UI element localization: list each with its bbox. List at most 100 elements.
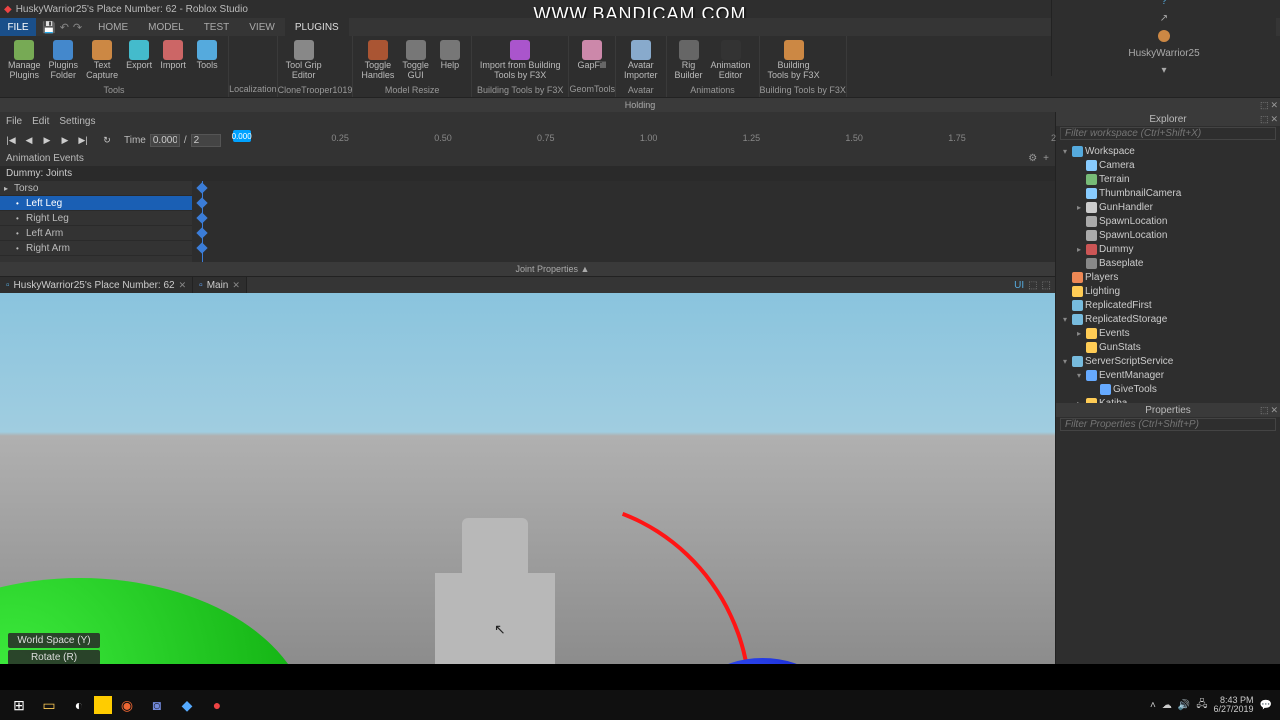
keyframe[interactable] xyxy=(196,242,207,253)
viewport-3d[interactable]: ↖ World Space (Y) Rotate (R) Step: 10 (T… xyxy=(0,293,1055,690)
anim-prev-frame-button[interactable]: ◀ xyxy=(22,133,36,147)
ribbon-import[interactable]: Import xyxy=(156,38,190,73)
ribbon-toggle-handles[interactable]: ToggleHandles xyxy=(357,38,398,83)
user-dropdown-icon[interactable]: ▾ xyxy=(1161,65,1166,76)
explorer-node-replicatedfirst[interactable]: ReplicatedFirst xyxy=(1056,298,1280,312)
ui-toggle-button[interactable]: UI xyxy=(1014,280,1024,291)
anim-track-left-arm[interactable]: •Left Arm xyxy=(0,226,192,241)
anim-next-frame-button[interactable]: ▶ xyxy=(58,133,72,147)
menu-tab-plugins[interactable]: PLUGINS xyxy=(285,18,349,36)
anim-time-current[interactable] xyxy=(150,134,180,147)
ribbon-gapfill[interactable]: GapFill xyxy=(573,38,610,73)
anim-last-frame-button[interactable]: ▶| xyxy=(76,133,90,147)
explorer-node-dummy[interactable]: ▸Dummy xyxy=(1056,242,1280,256)
menu-tab-test[interactable]: TEST xyxy=(194,18,240,36)
explorer-node-spawnlocation[interactable]: SpawnLocation xyxy=(1056,214,1280,228)
explorer-filter-input[interactable] xyxy=(1060,127,1276,140)
explorer-node-spawnlocation[interactable]: SpawnLocation xyxy=(1056,228,1280,242)
ribbon-manage-plugins[interactable]: ManagePlugins xyxy=(4,38,45,83)
user-avatar-icon[interactable] xyxy=(1158,30,1170,42)
doc-tab-close-icon[interactable]: ✕ xyxy=(179,280,187,291)
anim-track-right-arm[interactable]: •Right Arm xyxy=(0,241,192,256)
viewport-fullscreen-icon[interactable]: ⬚ xyxy=(1042,280,1051,291)
explorer-node-workspace[interactable]: ▾Workspace xyxy=(1056,144,1280,158)
explorer-node-givetools[interactable]: GiveTools xyxy=(1056,382,1280,396)
tray-network-icon[interactable]: 🖧 xyxy=(1196,697,1207,714)
ribbon-export[interactable]: Export xyxy=(122,38,156,73)
tray-volume-icon[interactable]: 🔊 xyxy=(1178,700,1190,711)
anim-timeline-ruler[interactable]: 0.000 0.250.500.751.001.251.501.752 xyxy=(229,130,1051,150)
ribbon-text-capture[interactable]: TextCapture xyxy=(82,38,122,83)
keyframe[interactable] xyxy=(196,182,207,193)
explorer-node-eventmanager[interactable]: ▾EventManager xyxy=(1056,368,1280,382)
explorer-node-replicatedstorage[interactable]: ▾ReplicatedStorage xyxy=(1056,312,1280,326)
anim-events-add-icon[interactable]: + xyxy=(1043,153,1049,164)
ribbon-building-tools-by-f3x[interactable]: BuildingTools by F3X xyxy=(764,38,824,83)
taskbar-app-icon[interactable]: ◐ xyxy=(64,692,94,718)
undo-icon[interactable]: ↶ xyxy=(60,21,69,34)
ribbon-animation-editor[interactable]: AnimationEditor xyxy=(707,38,755,83)
explorer-node-thumbnailcamera[interactable]: ThumbnailCamera xyxy=(1056,186,1280,200)
explorer-node-serverscriptservice[interactable]: ▾ServerScriptService xyxy=(1056,354,1280,368)
help-icon[interactable]: ? xyxy=(1161,0,1167,7)
ribbon-tools[interactable]: Tools xyxy=(190,38,224,73)
save-icon[interactable]: 💾 xyxy=(42,21,56,34)
anim-track-torso[interactable]: ▸Torso xyxy=(0,181,192,196)
explorer-tree[interactable]: ▾WorkspaceCameraTerrainThumbnailCamera▸G… xyxy=(1056,142,1280,403)
rotate-gizmo-red[interactable] xyxy=(315,438,815,690)
explorer-node-lighting[interactable]: Lighting xyxy=(1056,284,1280,298)
explorer-node-events[interactable]: ▸Events xyxy=(1056,326,1280,340)
menu-tab-view[interactable]: VIEW xyxy=(239,18,285,36)
taskbar-bandicam-icon[interactable]: ● xyxy=(202,692,232,718)
ribbon-rig-builder[interactable]: RigBuilder xyxy=(671,38,707,83)
taskbar-notes-icon[interactable] xyxy=(94,696,112,714)
explorer-node-players[interactable]: Players xyxy=(1056,270,1280,284)
keyframe[interactable] xyxy=(196,197,207,208)
anim-edit-menu[interactable]: Edit xyxy=(32,116,49,127)
doc-tab[interactable]: ▫Main✕ xyxy=(193,277,247,293)
taskbar-discord-icon[interactable]: ◙ xyxy=(142,692,172,718)
share-icon[interactable]: ↗ xyxy=(1160,13,1168,24)
anim-file-menu[interactable]: File xyxy=(6,116,22,127)
taskbar[interactable]: ⊞ ▭ ◐ ◉ ◙ ◆ ● ˄ ☁ 🔊 🖧 8:43 PM6/27/2019 💬 xyxy=(0,690,1280,720)
anim-playhead[interactable]: 0.000 xyxy=(233,130,251,142)
anim-track-left-leg[interactable]: •Left Leg xyxy=(0,196,192,211)
ribbon-import-from-building-tools-by-f3x[interactable]: Import from BuildingTools by F3X xyxy=(476,38,565,83)
anim-first-frame-button[interactable]: |◀ xyxy=(4,133,18,147)
properties-filter-input[interactable] xyxy=(1060,418,1276,431)
menu-tab-model[interactable]: MODEL xyxy=(138,18,194,36)
tray-expand-icon[interactable]: ˄ xyxy=(1150,700,1156,711)
explorer-undock-icon[interactable]: ⬚ xyxy=(1260,114,1269,125)
properties-close-icon[interactable]: ✕ xyxy=(1270,405,1278,416)
tray-clock[interactable]: 8:43 PM6/27/2019 xyxy=(1214,696,1254,714)
file-menu[interactable]: FILE xyxy=(0,18,36,36)
explorer-node-katiba[interactable]: ▸Katiba xyxy=(1056,396,1280,403)
taskbar-firefox-icon[interactable]: ◉ xyxy=(112,692,142,718)
anim-joint-properties[interactable]: Joint Properties ▲ xyxy=(0,262,1055,276)
ribbon-plugins-folder[interactable]: PluginsFolder xyxy=(45,38,83,83)
tray-cloud-icon[interactable]: ☁ xyxy=(1162,700,1172,711)
world-space-chip[interactable]: World Space (Y) xyxy=(8,633,100,648)
anim-settings-menu[interactable]: Settings xyxy=(59,116,95,127)
ribbon-tool-grip-editor[interactable]: Tool GripEditor xyxy=(282,38,326,83)
anim-track-lane[interactable] xyxy=(192,181,1055,262)
anim-play-button[interactable]: ▶ xyxy=(40,133,54,147)
holding-close-icon[interactable]: ✕ xyxy=(1270,100,1278,111)
holding-undock-icon[interactable]: ⬚ xyxy=(1260,100,1269,111)
explorer-close-icon[interactable]: ✕ xyxy=(1270,114,1278,125)
keyframe[interactable] xyxy=(196,212,207,223)
explorer-node-gunstats[interactable]: GunStats xyxy=(1056,340,1280,354)
explorer-node-baseplate[interactable]: Baseplate xyxy=(1056,256,1280,270)
anim-events-gear-icon[interactable]: ⚙ xyxy=(1028,153,1037,164)
redo-icon[interactable]: ↷ xyxy=(73,21,82,34)
explorer-node-gunhandler[interactable]: ▸GunHandler xyxy=(1056,200,1280,214)
explorer-node-camera[interactable]: Camera xyxy=(1056,158,1280,172)
menu-tab-home[interactable]: HOME xyxy=(88,18,138,36)
doc-tab[interactable]: ▫HuskyWarrior25's Place Number: 62✕ xyxy=(0,277,193,293)
ribbon-help[interactable]: Help xyxy=(433,38,467,73)
tray-notifications-icon[interactable]: 💬 xyxy=(1260,700,1272,711)
ribbon-toggle-gui[interactable]: ToggleGUI xyxy=(398,38,433,83)
explorer-node-terrain[interactable]: Terrain xyxy=(1056,172,1280,186)
viewport-back-icon[interactable]: ⬚ xyxy=(1028,280,1037,291)
start-button[interactable]: ⊞ xyxy=(4,692,34,718)
